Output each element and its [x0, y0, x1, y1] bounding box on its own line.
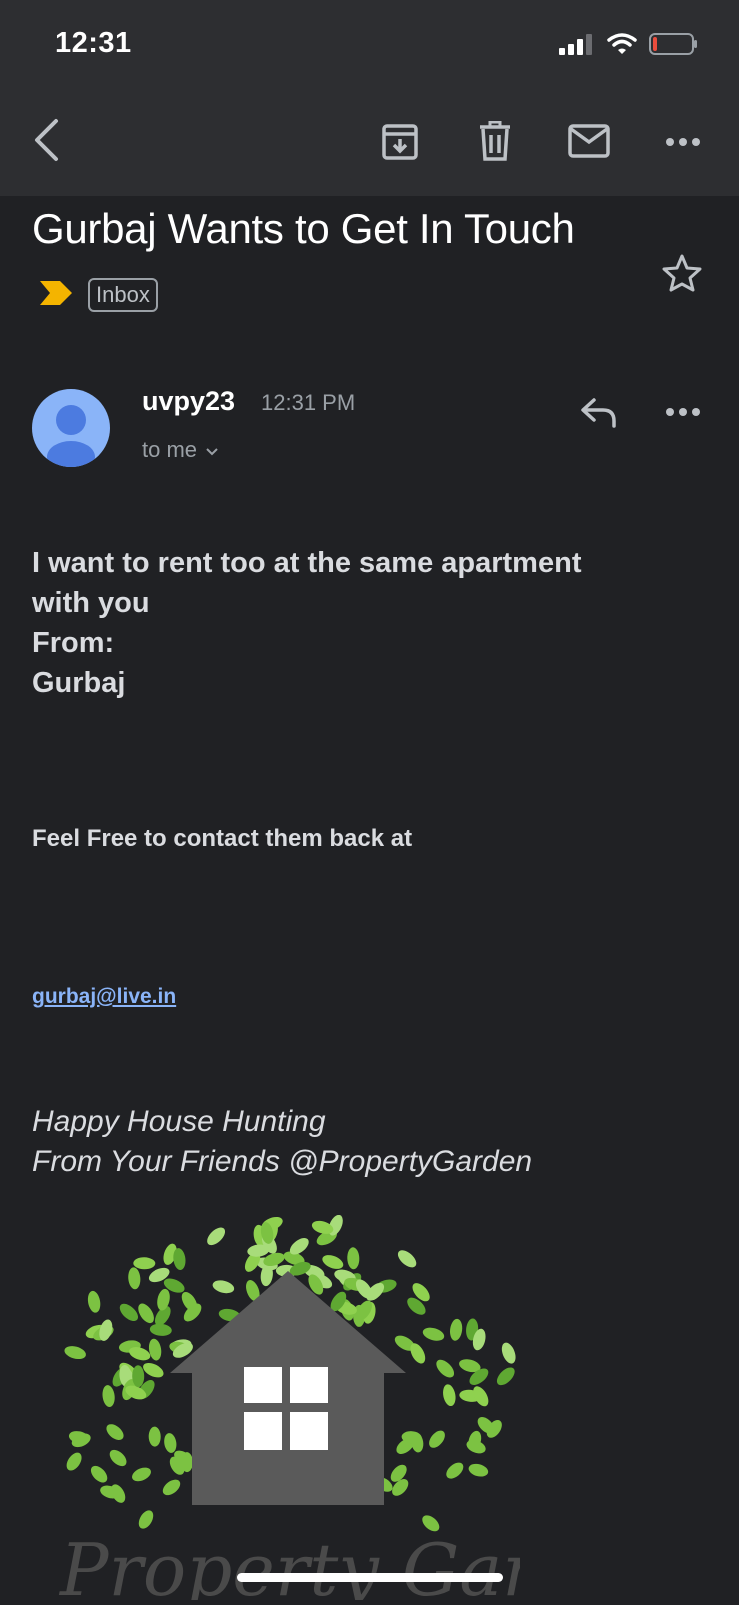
logo-leaf — [429, 1430, 445, 1448]
logo-leaf — [443, 1384, 456, 1407]
sender-name: uvpy23 — [142, 386, 236, 416]
logo-leaf — [468, 1463, 489, 1477]
signoff-line: Happy House Hunting — [32, 1105, 326, 1138]
logo-leaf — [322, 1255, 344, 1269]
more-horizontal-icon — [665, 134, 701, 152]
wifi-icon — [607, 33, 637, 60]
archive-button[interactable] — [378, 121, 422, 165]
logo-leaf — [496, 1367, 515, 1386]
body-line: Gurbaj — [32, 667, 126, 699]
mark-unread-button[interactable] — [565, 121, 613, 165]
logo-leaf — [133, 1257, 156, 1270]
star-button[interactable] — [662, 254, 702, 297]
logo-leaf — [66, 1452, 82, 1471]
email-subject: Gurbaj Wants to Get In Touch — [32, 205, 575, 252]
top-app-bar: 12:31 — [0, 0, 739, 196]
sent-time: 12:31 PM — [261, 390, 356, 415]
logo-leaf — [87, 1290, 101, 1313]
cellular-signal-icon — [559, 33, 595, 60]
logo-leaf — [102, 1385, 115, 1408]
logo-leaf — [164, 1433, 177, 1453]
logo-leaf — [436, 1359, 455, 1378]
logo-leaf — [212, 1280, 235, 1294]
signoff: Happy House Hunting From Your Friends @P… — [32, 1102, 532, 1182]
star-icon — [662, 254, 702, 296]
home-indicator[interactable] — [237, 1573, 503, 1582]
archive-icon — [381, 121, 419, 166]
body-line: From: — [32, 627, 115, 659]
status-icons — [559, 32, 699, 61]
contact-email-link[interactable]: gurbaj@live.in — [32, 985, 176, 1009]
logo-leaf — [109, 1449, 127, 1467]
inbox-label-chip[interactable]: Inbox — [88, 278, 158, 312]
more-options-button[interactable] — [663, 130, 703, 156]
logo-leaf — [148, 1426, 161, 1447]
status-time: 12:31 — [55, 27, 132, 59]
body-line: I want to rent too at the same apartment — [32, 547, 582, 579]
reply-icon — [579, 396, 617, 433]
logo-script-text: Property Garden — [58, 1528, 520, 1600]
logo-leaf — [64, 1346, 86, 1360]
chevron-left-icon — [32, 118, 60, 167]
sender-avatar[interactable] — [32, 389, 110, 467]
more-horizontal-icon — [665, 404, 701, 422]
logo-leaf — [397, 1250, 417, 1268]
trash-icon — [478, 120, 512, 166]
battery-icon — [649, 32, 699, 61]
mail-icon — [568, 123, 610, 163]
person-icon — [32, 405, 110, 467]
logo-leaf — [207, 1227, 226, 1246]
label-row: Inbox — [38, 278, 158, 312]
back-button[interactable] — [26, 118, 66, 166]
logo-leaf — [128, 1267, 141, 1290]
logo-leaf — [501, 1342, 516, 1364]
important-marker-icon[interactable] — [38, 279, 74, 312]
recipient-text: to me — [142, 437, 198, 462]
contact-line: Feel Free to contact them back at — [32, 825, 413, 852]
logo-leaf — [119, 1303, 139, 1322]
logo-leaf — [446, 1462, 464, 1479]
logo-leaf — [138, 1303, 154, 1324]
logo-leaf — [143, 1362, 164, 1378]
logo-leaf — [149, 1323, 172, 1336]
body-line: with you — [32, 587, 150, 619]
email-body: I want to rent too at the same apartment… — [32, 543, 581, 703]
logo-leaf — [90, 1465, 108, 1483]
logo-leaf — [422, 1327, 445, 1341]
logo-leaf — [347, 1247, 360, 1270]
logo-leaf — [132, 1467, 151, 1482]
chevron-down-icon — [205, 437, 219, 463]
recipient-details-toggle[interactable]: to me — [142, 437, 219, 463]
logo-leaf — [162, 1479, 181, 1496]
message-more-button[interactable] — [663, 400, 703, 426]
logo-leaf — [449, 1318, 463, 1341]
logo-leaf — [106, 1424, 124, 1441]
property-garden-logo: Property Garden — [40, 1214, 672, 1605]
reply-button[interactable] — [576, 394, 620, 434]
signoff-line: From Your Friends @PropertyGarden — [32, 1145, 533, 1178]
delete-button[interactable] — [473, 120, 517, 166]
